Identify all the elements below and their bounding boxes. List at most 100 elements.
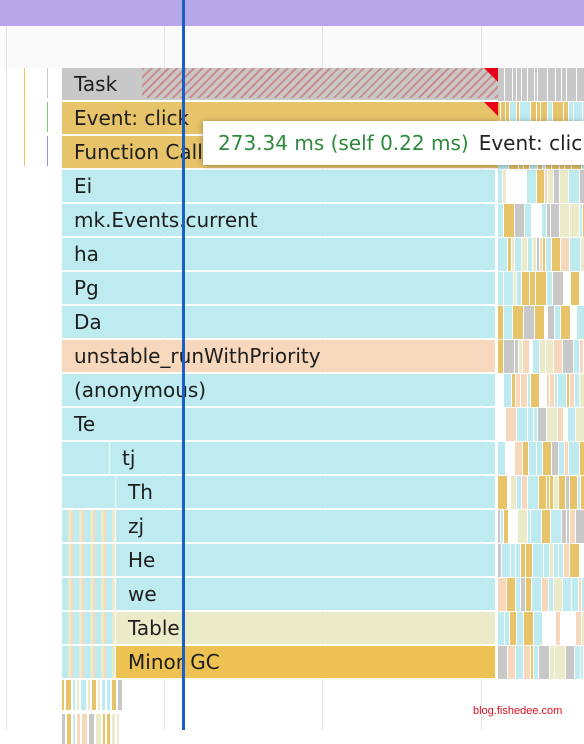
flame-bar-he[interactable]: He bbox=[116, 544, 495, 577]
short-event-sliver bbox=[508, 646, 515, 679]
short-event-sliver bbox=[501, 510, 503, 543]
short-event-sliver bbox=[517, 272, 521, 305]
flame-bar-te[interactable]: Te bbox=[62, 408, 495, 441]
short-event-sliver bbox=[558, 374, 566, 407]
short-event-sliver bbox=[531, 646, 533, 679]
flame-bar-th[interactable]: Th bbox=[116, 476, 495, 509]
short-event-sliver bbox=[112, 714, 115, 744]
flame-bar-mk-events-current[interactable]: mk.Events.current bbox=[62, 204, 495, 237]
short-event-sliver bbox=[498, 170, 502, 203]
flame-bar-parent-segment[interactable] bbox=[62, 476, 115, 509]
short-event-sliver bbox=[556, 68, 561, 101]
time-ruler[interactable] bbox=[0, 26, 584, 68]
short-event-sliver bbox=[505, 68, 512, 101]
short-event-sliver bbox=[555, 646, 565, 679]
short-event-sliver bbox=[527, 170, 536, 203]
time-cursor-line[interactable] bbox=[182, 0, 185, 730]
short-event-sliver bbox=[570, 476, 577, 509]
short-event-sliver bbox=[528, 408, 533, 441]
short-event-sliver bbox=[543, 238, 545, 271]
short-event-sliver bbox=[559, 544, 563, 577]
short-event-sliver bbox=[547, 272, 552, 305]
short-event-sliver bbox=[566, 646, 574, 679]
short-event-sliver bbox=[506, 408, 516, 441]
short-event-sliver bbox=[521, 374, 527, 407]
tooltip-duration: 273.34 ms (self 0.22 ms) bbox=[218, 131, 469, 155]
short-event-sliver bbox=[88, 680, 90, 710]
short-event-sliver bbox=[513, 68, 516, 101]
short-event-sliver bbox=[510, 612, 516, 645]
short-event-sliver bbox=[548, 170, 553, 203]
flame-bar-da[interactable]: Da bbox=[62, 306, 495, 339]
short-event-sliver bbox=[498, 306, 503, 339]
short-event-sliver bbox=[516, 578, 520, 611]
timeline-overview-bar[interactable] bbox=[0, 0, 584, 26]
short-event-sliver bbox=[498, 476, 507, 509]
short-event-sliver bbox=[543, 442, 551, 475]
short-event-sliver bbox=[550, 476, 553, 509]
flame-bar-parent-segment[interactable] bbox=[62, 442, 109, 475]
short-event-sliver bbox=[580, 204, 582, 237]
flame-bar-tj[interactable]: tj bbox=[110, 442, 495, 475]
short-event-sliver bbox=[554, 578, 562, 611]
flame-bar-parent-segment[interactable] bbox=[62, 544, 115, 577]
short-event-sliver bbox=[498, 272, 503, 305]
short-event-sliver bbox=[522, 272, 529, 305]
short-event-sliver bbox=[581, 646, 583, 679]
flame-bar-ha[interactable]: ha bbox=[62, 238, 495, 271]
short-event-sliver bbox=[89, 714, 94, 744]
short-event-sliver bbox=[563, 578, 571, 611]
flame-bar-unstable-runwithpriority[interactable]: unstable_runWithPriority bbox=[62, 340, 495, 373]
short-event-sliver bbox=[540, 238, 542, 271]
short-event-sliver bbox=[564, 408, 567, 441]
flame-bar-parent-segment[interactable] bbox=[62, 646, 115, 679]
short-event-sliver bbox=[515, 238, 521, 271]
short-event-sliver bbox=[515, 442, 522, 475]
short-event-sliver bbox=[565, 442, 568, 475]
flame-bar-we[interactable]: we bbox=[116, 578, 495, 611]
short-event-sliver bbox=[575, 374, 579, 407]
short-event-sliver bbox=[547, 374, 549, 407]
flame-bar-parent-segment[interactable] bbox=[62, 510, 115, 543]
grid-line bbox=[6, 26, 7, 730]
short-event-sliver bbox=[117, 714, 119, 744]
short-event-sliver bbox=[567, 510, 569, 543]
short-event-sliver bbox=[81, 680, 86, 710]
short-event-sliver bbox=[531, 510, 541, 543]
short-event-sliver bbox=[555, 306, 560, 339]
short-event-sliver bbox=[525, 204, 531, 237]
short-event-sliver bbox=[548, 306, 554, 339]
flame-bar-parent-segment[interactable] bbox=[62, 578, 115, 611]
flame-bar-anonymous[interactable]: (anonymous) bbox=[62, 374, 495, 407]
short-event-sliver bbox=[575, 646, 580, 679]
short-event-sliver bbox=[498, 612, 504, 645]
short-event-sliver bbox=[504, 374, 511, 407]
short-event-sliver bbox=[570, 238, 580, 271]
short-event-sliver bbox=[522, 238, 527, 271]
short-event-sliver bbox=[528, 476, 538, 509]
flame-bar-ei[interactable]: Ei bbox=[62, 170, 495, 203]
short-event-sliver bbox=[554, 170, 559, 203]
short-event-sliver bbox=[534, 612, 542, 645]
short-event-sliver bbox=[528, 510, 530, 543]
flame-bar-zj[interactable]: zj bbox=[116, 510, 495, 543]
short-event-sliver bbox=[504, 306, 512, 339]
short-event-sliver bbox=[549, 578, 553, 611]
short-event-sliver bbox=[555, 374, 557, 407]
short-event-sliver bbox=[542, 204, 546, 237]
short-event-sliver bbox=[498, 442, 505, 475]
short-event-sliver bbox=[523, 340, 529, 373]
short-event-sliver bbox=[569, 170, 579, 203]
short-event-sliver bbox=[82, 714, 87, 744]
flame-bar-table[interactable]: Table bbox=[116, 612, 495, 645]
short-event-sliver bbox=[62, 714, 65, 744]
short-event-sliver bbox=[530, 272, 535, 305]
flame-bar-parent-segment[interactable] bbox=[62, 612, 115, 645]
short-event-sliver bbox=[570, 204, 579, 237]
flame-bar-minor-gc[interactable]: Minor GC bbox=[116, 646, 495, 679]
flame-bar-pg[interactable]: Pg bbox=[62, 272, 495, 305]
short-event-sliver bbox=[571, 272, 579, 305]
short-event-sliver bbox=[96, 714, 101, 744]
short-event-sliver bbox=[576, 612, 581, 645]
short-event-sliver bbox=[528, 238, 532, 271]
